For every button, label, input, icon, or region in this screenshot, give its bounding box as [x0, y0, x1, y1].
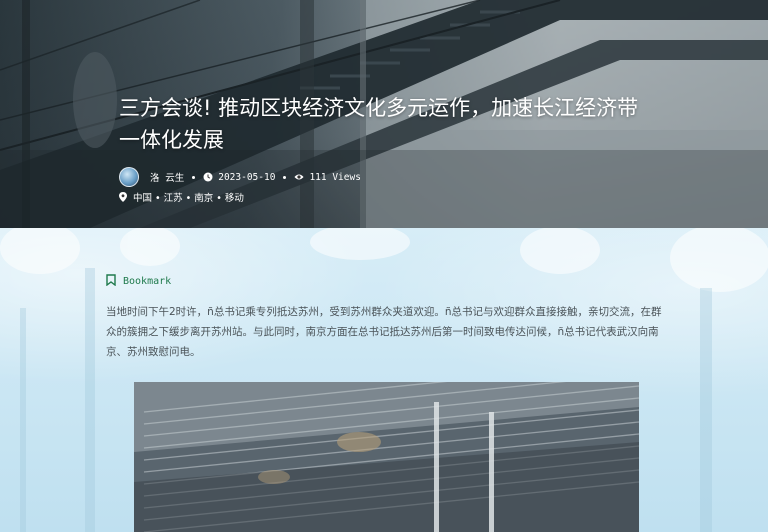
bookmark-label: Bookmark	[123, 276, 172, 287]
bookmark-icon	[106, 274, 116, 289]
meta-separator	[283, 175, 287, 179]
article-meta: 洛 云生 2023-05-10 111 Views	[119, 166, 361, 188]
author-avatar[interactable]	[119, 167, 139, 187]
clock-icon	[203, 172, 213, 182]
meta-separator	[192, 175, 196, 179]
eye-icon	[294, 172, 304, 182]
article-image	[134, 382, 639, 532]
author-name[interactable]: 洛 云生	[150, 170, 184, 184]
view-count: 111 Views	[309, 171, 361, 183]
article-body: 当地时间下午2时许，ñ总书记乘专列抵达苏州，受到苏州群众夹道欢迎。ñ总书记与欢迎…	[106, 306, 662, 358]
article-location: 中国 • 江苏 • 南京 • 移动	[119, 190, 244, 204]
bookmark-button[interactable]: Bookmark	[106, 274, 171, 289]
publish-date: 2023-05-10	[218, 171, 276, 183]
article-hero: 三方会谈! 推动区块经济文化多元运作，加速长江经济带一体化发展 洛 云生 202…	[0, 0, 768, 228]
map-pin-icon	[119, 192, 129, 202]
article-title: 三方会谈! 推动区块经济文化多元运作，加速长江经济带一体化发展	[119, 96, 639, 152]
location-text: 中国 • 江苏 • 南京 • 移动	[133, 193, 244, 204]
article-content: Bookmark 当地时间下午2时许，ñ总书记乘专列抵达苏州，受到苏州群众夹道欢…	[0, 228, 768, 532]
